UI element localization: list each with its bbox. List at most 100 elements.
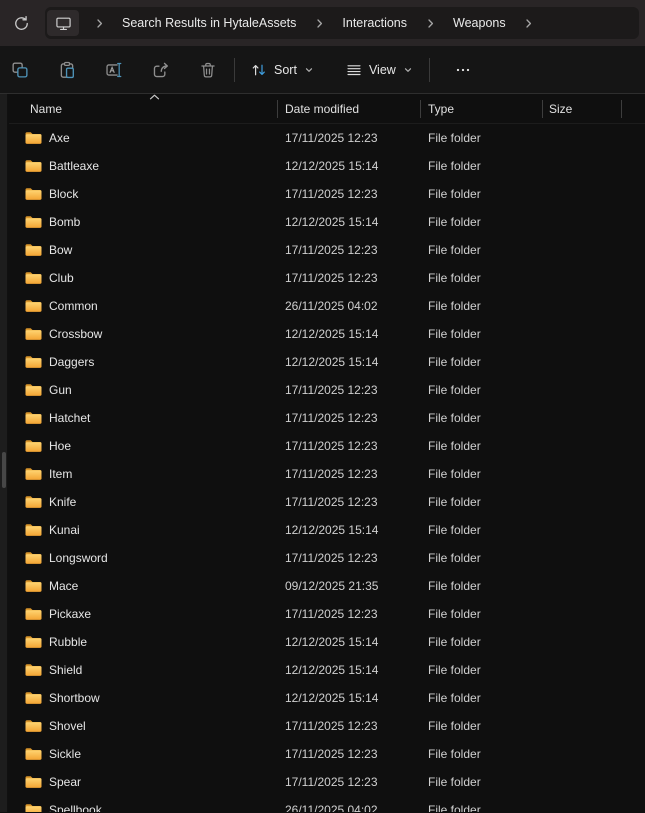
file-row[interactable]: Pickaxe 17/11/2025 12:23 File folder (9, 600, 645, 628)
column-header-date-modified[interactable]: Date modified (278, 99, 421, 119)
this-pc-button[interactable] (47, 10, 79, 36)
column-header-type[interactable]: Type (421, 99, 543, 119)
breadcrumb-interactions[interactable]: Interactions (339, 10, 410, 36)
date-modified-cell: 17/11/2025 12:23 (278, 607, 421, 621)
date-modified-cell: 17/11/2025 12:23 (278, 551, 421, 565)
file-row[interactable]: Shield 12/12/2025 15:14 File folder (9, 656, 645, 684)
file-row[interactable]: Spellbook 26/11/2025 04:02 File folder (9, 796, 645, 812)
file-name: Spear (49, 775, 81, 789)
file-row[interactable]: Battleaxe 12/12/2025 15:14 File folder (9, 152, 645, 180)
folder-icon (25, 607, 42, 621)
address-bar[interactable]: Search Results in HytaleAssets Interacti… (45, 7, 639, 39)
breadcrumb-weapons[interactable]: Weapons (450, 10, 509, 36)
breadcrumb-chevron[interactable] (410, 10, 450, 36)
type-cell: File folder (421, 803, 543, 812)
sort-button[interactable]: Sort (241, 52, 324, 88)
file-name: Common (49, 299, 98, 313)
file-row[interactable]: Knife 17/11/2025 12:23 File folder (9, 488, 645, 516)
file-name: Kunai (49, 523, 80, 537)
date-modified-cell: 12/12/2025 15:14 (278, 215, 421, 229)
file-row[interactable]: Mace 09/12/2025 21:35 File folder (9, 572, 645, 600)
refresh-button[interactable] (3, 5, 39, 41)
file-name: Hatchet (49, 411, 90, 425)
type-cell: File folder (421, 747, 543, 761)
type-cell: File folder (421, 187, 543, 201)
date-modified-cell: 26/11/2025 04:02 (278, 803, 421, 812)
file-name-cell: Club (9, 271, 278, 285)
file-row[interactable]: Club 17/11/2025 12:23 File folder (9, 264, 645, 292)
file-row[interactable]: Hoe 17/11/2025 12:23 File folder (9, 432, 645, 460)
file-name: Mace (49, 579, 78, 593)
breadcrumb-chevron[interactable] (79, 10, 119, 36)
column-header-name[interactable]: Name (9, 99, 278, 119)
paste-button[interactable] (47, 52, 87, 88)
folder-icon (25, 271, 42, 285)
file-row[interactable]: Block 17/11/2025 12:23 File folder (9, 180, 645, 208)
file-row[interactable]: Bomb 12/12/2025 15:14 File folder (9, 208, 645, 236)
file-row[interactable]: Item 17/11/2025 12:23 File folder (9, 460, 645, 488)
file-row[interactable]: Shortbow 12/12/2025 15:14 File folder (9, 684, 645, 712)
file-name-cell: Hatchet (9, 411, 278, 425)
folder-icon (25, 355, 42, 369)
file-row[interactable]: Shovel 17/11/2025 12:23 File folder (9, 712, 645, 740)
rename-button[interactable] (94, 52, 134, 88)
folder-icon (25, 439, 42, 453)
nav-pane-scrollbar[interactable] (0, 94, 8, 812)
file-row[interactable]: Longsword 17/11/2025 12:23 File folder (9, 544, 645, 572)
file-name: Item (49, 467, 72, 481)
file-row[interactable]: Gun 17/11/2025 12:23 File folder (9, 376, 645, 404)
file-name: Block (49, 187, 78, 201)
folder-icon (25, 383, 42, 397)
chevron-right-icon (95, 18, 104, 29)
file-name-cell: Shield (9, 663, 278, 677)
file-row[interactable]: Crossbow 12/12/2025 15:14 File folder (9, 320, 645, 348)
type-cell: File folder (421, 439, 543, 453)
file-name: Battleaxe (49, 159, 99, 173)
file-row[interactable]: Axe 17/11/2025 12:23 File folder (9, 124, 645, 152)
file-name-cell: Knife (9, 495, 278, 509)
date-modified-cell: 17/11/2025 12:23 (278, 131, 421, 145)
file-row[interactable]: Sickle 17/11/2025 12:23 File folder (9, 740, 645, 768)
more-options-button[interactable] (443, 52, 483, 88)
folder-icon (25, 243, 42, 257)
type-cell: File folder (421, 691, 543, 705)
date-modified-cell: 12/12/2025 15:14 (278, 635, 421, 649)
scrollbar-thumb[interactable] (2, 452, 6, 488)
date-modified-cell: 09/12/2025 21:35 (278, 579, 421, 593)
this-pc-icon (55, 15, 72, 32)
refresh-icon (13, 15, 30, 32)
date-modified-cell: 17/11/2025 12:23 (278, 383, 421, 397)
chevron-right-icon (426, 18, 435, 29)
breadcrumb-chevron[interactable] (299, 10, 339, 36)
file-row[interactable]: Rubble 12/12/2025 15:14 File folder (9, 628, 645, 656)
folder-icon (25, 663, 42, 677)
date-modified-cell: 17/11/2025 12:23 (278, 747, 421, 761)
breadcrumb-search-results[interactable]: Search Results in HytaleAssets (119, 10, 299, 36)
file-name-cell: Spear (9, 775, 278, 789)
file-name-cell: Hoe (9, 439, 278, 453)
copy-button[interactable] (0, 52, 40, 88)
delete-button[interactable] (188, 52, 228, 88)
chevron-right-icon (524, 18, 533, 29)
date-modified-cell: 17/11/2025 12:23 (278, 495, 421, 509)
file-row[interactable]: Spear 17/11/2025 12:23 File folder (9, 768, 645, 796)
folder-icon (25, 551, 42, 565)
view-button[interactable]: View (336, 52, 423, 88)
date-modified-cell: 12/12/2025 15:14 (278, 327, 421, 341)
file-row[interactable]: Daggers 12/12/2025 15:14 File folder (9, 348, 645, 376)
date-modified-cell: 26/11/2025 04:02 (278, 299, 421, 313)
column-header-size[interactable]: Size (543, 99, 622, 119)
folder-icon (25, 747, 42, 761)
share-button[interactable] (141, 52, 181, 88)
file-name-cell: Bomb (9, 215, 278, 229)
date-modified-cell: 12/12/2025 15:14 (278, 159, 421, 173)
file-name: Longsword (49, 551, 108, 565)
file-row[interactable]: Bow 17/11/2025 12:23 File folder (9, 236, 645, 264)
type-cell: File folder (421, 607, 543, 621)
file-row[interactable]: Hatchet 17/11/2025 12:23 File folder (9, 404, 645, 432)
file-row[interactable]: Common 26/11/2025 04:02 File folder (9, 292, 645, 320)
breadcrumb-chevron[interactable] (509, 10, 549, 36)
file-name: Sickle (49, 747, 81, 761)
type-cell: File folder (421, 411, 543, 425)
file-row[interactable]: Kunai 12/12/2025 15:14 File folder (9, 516, 645, 544)
